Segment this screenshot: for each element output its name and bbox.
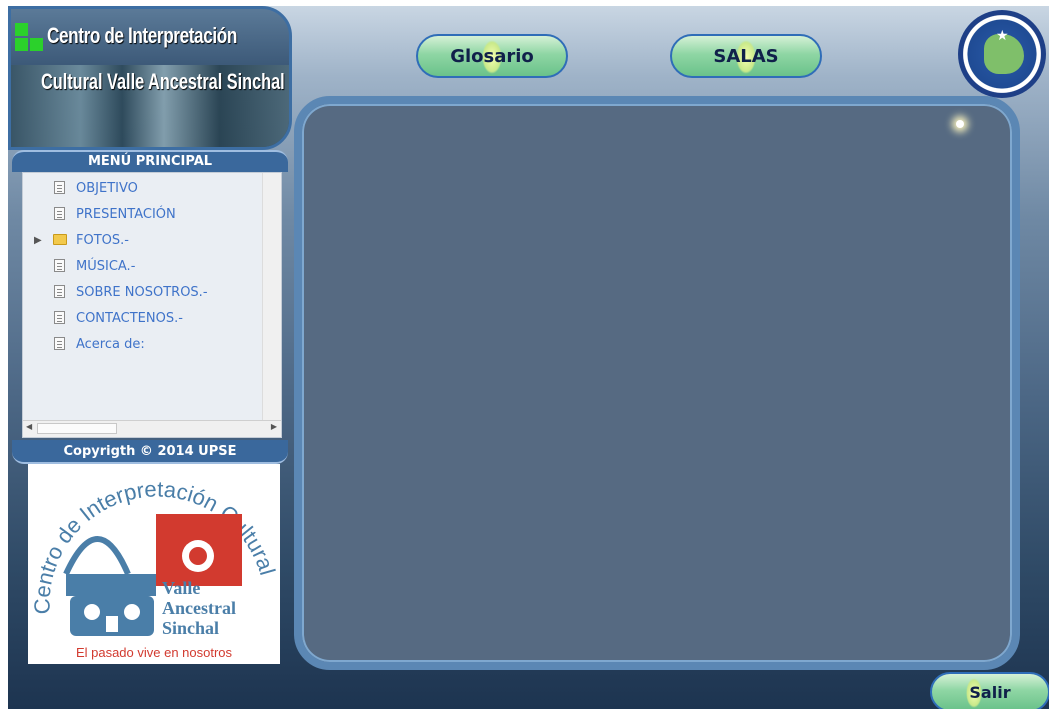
menu-item-musica[interactable]: MÚSICA.- (23, 253, 263, 279)
scroll-left-icon[interactable]: ◀ (26, 422, 32, 431)
horizontal-scrollbar[interactable]: ◀ ▶ (23, 420, 281, 437)
menu-item-objetivo[interactable]: OBJETIVO (23, 175, 263, 201)
menu-item-label: CONTACTENOS.- (76, 310, 183, 326)
menu-heading: MENÚ PRINCIPAL (12, 150, 288, 172)
document-icon (54, 285, 65, 298)
document-icon (54, 311, 65, 324)
glosario-label: Glosario (450, 45, 534, 67)
logo-graphic: Centro de Interpretación Cultural Valle … (29, 476, 280, 638)
university-emblem: ★ (958, 10, 1046, 98)
document-icon (54, 259, 65, 272)
logo-line-ancestral: Ancestral (162, 598, 236, 618)
menu-item-label: FOTOS.- (76, 232, 129, 248)
document-icon (54, 207, 65, 220)
vertical-scrollbar[interactable] (262, 173, 281, 421)
header-panel: Centro de Interpretación Cultural Valle … (8, 6, 292, 150)
menu-item-fotos[interactable]: ▶ FOTOS.- (23, 227, 263, 253)
document-icon (54, 337, 65, 350)
logo-slogan: El pasado vive en nosotros (75, 645, 233, 660)
emblem-star-icon: ★ (996, 28, 1009, 44)
menu-item-acerca-de[interactable]: Acerca de: (23, 331, 263, 357)
menu-item-contactenos[interactable]: CONTACTENOS.- (23, 305, 263, 331)
menu-item-label: MÚSICA.- (76, 258, 136, 274)
glosario-button[interactable]: Glosario (416, 34, 568, 78)
salir-button[interactable]: Salir (930, 672, 1049, 709)
salir-label: Salir (969, 682, 1011, 702)
sparkle-icon (956, 120, 964, 128)
menu-item-label: PRESENTACIÓN (76, 206, 176, 222)
content-area (294, 96, 1020, 670)
logo-line-valle: Valle (162, 578, 200, 598)
menu-item-label: Acerca de: (76, 336, 145, 352)
site-title-line2: Cultural Valle Ancestral Sinchal (41, 69, 285, 94)
copyright-bar: Copyrigth © 2014 UPSE (12, 440, 288, 464)
menu-item-label: SOBRE NOSOTROS.- (76, 284, 208, 300)
folder-icon (53, 234, 67, 245)
green-squares-icon (15, 23, 45, 53)
salas-label: SALAS (713, 45, 779, 67)
main-menu-tree: OBJETIVO PRESENTACIÓN ▶ FOTOS.- MÚSICA.-… (22, 172, 282, 438)
salas-button[interactable]: SALAS (670, 34, 822, 78)
document-icon (54, 181, 65, 194)
cultural-center-logo: Centro de Interpretación Cultural Valle … (28, 464, 280, 664)
site-title-line1: Centro de Interpretación (47, 23, 237, 48)
menu-item-label: OBJETIVO (76, 180, 138, 196)
menu-item-presentacion[interactable]: PRESENTACIÓN (23, 201, 263, 227)
app-stage: Centro de Interpretación Cultural Valle … (8, 6, 1049, 709)
expand-arrow-icon[interactable]: ▶ (34, 235, 42, 246)
scroll-thumb[interactable] (37, 423, 117, 434)
scroll-right-icon[interactable]: ▶ (271, 422, 277, 431)
menu-list: OBJETIVO PRESENTACIÓN ▶ FOTOS.- MÚSICA.-… (23, 175, 263, 357)
menu-item-sobre-nosotros[interactable]: SOBRE NOSOTROS.- (23, 279, 263, 305)
logo-line-sinchal: Sinchal (162, 618, 219, 638)
